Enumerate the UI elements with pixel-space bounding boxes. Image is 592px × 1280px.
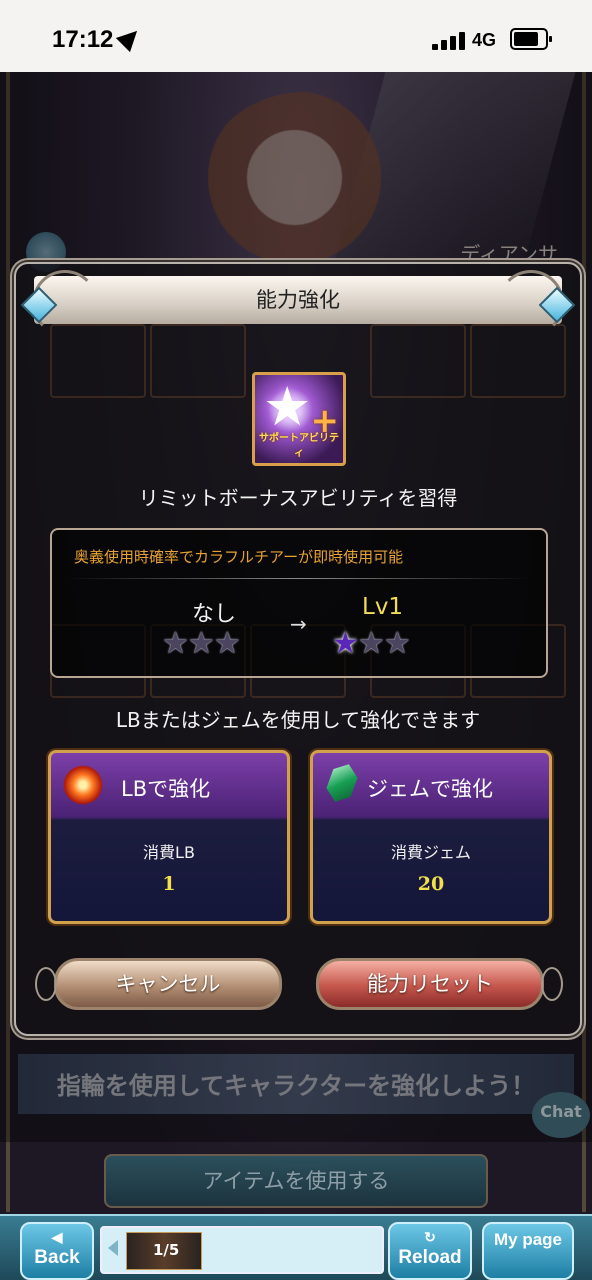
cancel-button[interactable]: キャンセル bbox=[35, 958, 282, 1010]
network-type: 4G bbox=[472, 30, 497, 50]
scroll-left-icon[interactable] bbox=[108, 1240, 118, 1256]
gem-cost-value: 20 bbox=[417, 873, 445, 895]
level-stars-before: ★★★ bbox=[162, 626, 241, 661]
limit-bonus-icon bbox=[63, 765, 103, 805]
level-before: なし bbox=[192, 602, 237, 627]
divider bbox=[66, 578, 532, 579]
gem-cost-label: 消費ジェム bbox=[390, 843, 471, 862]
support-ability-icon: ★ + サポートアビリティ bbox=[252, 372, 346, 466]
star-empty-icon: ★ bbox=[187, 626, 215, 661]
star-empty-icon: ★ bbox=[383, 626, 411, 661]
bottom-nav: ◀ Back 1/5 ↻ Reload My page bbox=[0, 1214, 592, 1280]
lb-cost-label: 消費LB bbox=[143, 843, 195, 862]
shortcut-scroller[interactable]: 1/5 bbox=[100, 1226, 384, 1274]
reset-ability-button[interactable]: 能力リセット bbox=[316, 958, 563, 1010]
dialog-title: 能力強化 bbox=[256, 288, 340, 312]
ability-upgrade-dialog: 能力強化 ★ + サポートアビリティ リミットボーナスアビリティを習得 奥義使用… bbox=[14, 262, 582, 1036]
back-arrow-icon: ◀ bbox=[51, 1229, 63, 1245]
ability-icon-caption: サポートアビリティ bbox=[259, 433, 339, 459]
reload-icon: ↻ bbox=[424, 1229, 436, 1245]
party-thumbnail[interactable]: 1/5 bbox=[126, 1232, 202, 1270]
reload-button[interactable]: ↻ Reload bbox=[388, 1222, 472, 1280]
level-after: Lv1 bbox=[362, 594, 404, 620]
back-label: Back bbox=[34, 1247, 80, 1268]
battery-icon bbox=[510, 28, 552, 50]
ability-detail-box: 奥義使用時確率でカラフルチアーが即時使用可能 なし → Lv1 ★★★ ★★★ bbox=[50, 528, 548, 678]
cellular-signal-icon bbox=[432, 30, 466, 50]
reload-label: Reload bbox=[398, 1247, 462, 1268]
star-filled-icon: ★ bbox=[332, 626, 359, 661]
mypage-button[interactable]: My page bbox=[482, 1222, 574, 1280]
level-stars-after: ★★★ bbox=[332, 626, 411, 661]
ability-name: リミットボーナスアビリティを習得 bbox=[138, 486, 458, 510]
star-empty-icon: ★ bbox=[357, 626, 385, 661]
status-time: 17:12 bbox=[52, 26, 114, 53]
dialog-title-bar: 能力強化 bbox=[20, 270, 576, 336]
upgrade-hint: LBまたはジェムを使用して強化できます bbox=[115, 708, 481, 732]
gem-option-title: ジェムで強化 bbox=[367, 777, 493, 801]
upgrade-with-gem-button[interactable]: ジェムで強化 消費ジェム 20 bbox=[310, 750, 552, 924]
star-empty-icon: ★ bbox=[162, 626, 189, 661]
reset-label: 能力リセット bbox=[367, 972, 493, 996]
ability-description: 奥義使用時確率でカラフルチアーが即時使用可能 bbox=[74, 548, 404, 566]
status-bar: 17:12 4G bbox=[0, 0, 592, 72]
use-item-button[interactable]: アイテムを使用する bbox=[104, 1154, 488, 1208]
ornament-icon bbox=[541, 967, 563, 1001]
use-item-label: アイテムを使用する bbox=[202, 1169, 390, 1193]
back-button[interactable]: ◀ Back bbox=[20, 1222, 94, 1280]
thumbnail-text: 1/5 bbox=[153, 1241, 180, 1259]
ornament-icon bbox=[35, 967, 57, 1001]
lb-option-title: LBで強化 bbox=[121, 777, 211, 801]
location-arrow-icon bbox=[115, 23, 145, 53]
gem-icon bbox=[323, 760, 361, 806]
level-arrow: → bbox=[290, 612, 307, 636]
mypage-label: My page bbox=[493, 1230, 563, 1249]
cancel-label: キャンセル bbox=[115, 972, 221, 996]
lb-cost-value: 1 bbox=[162, 873, 176, 895]
upgrade-with-lb-button[interactable]: LBで強化 消費LB 1 bbox=[48, 750, 290, 924]
star-empty-icon: ★ bbox=[213, 626, 241, 661]
